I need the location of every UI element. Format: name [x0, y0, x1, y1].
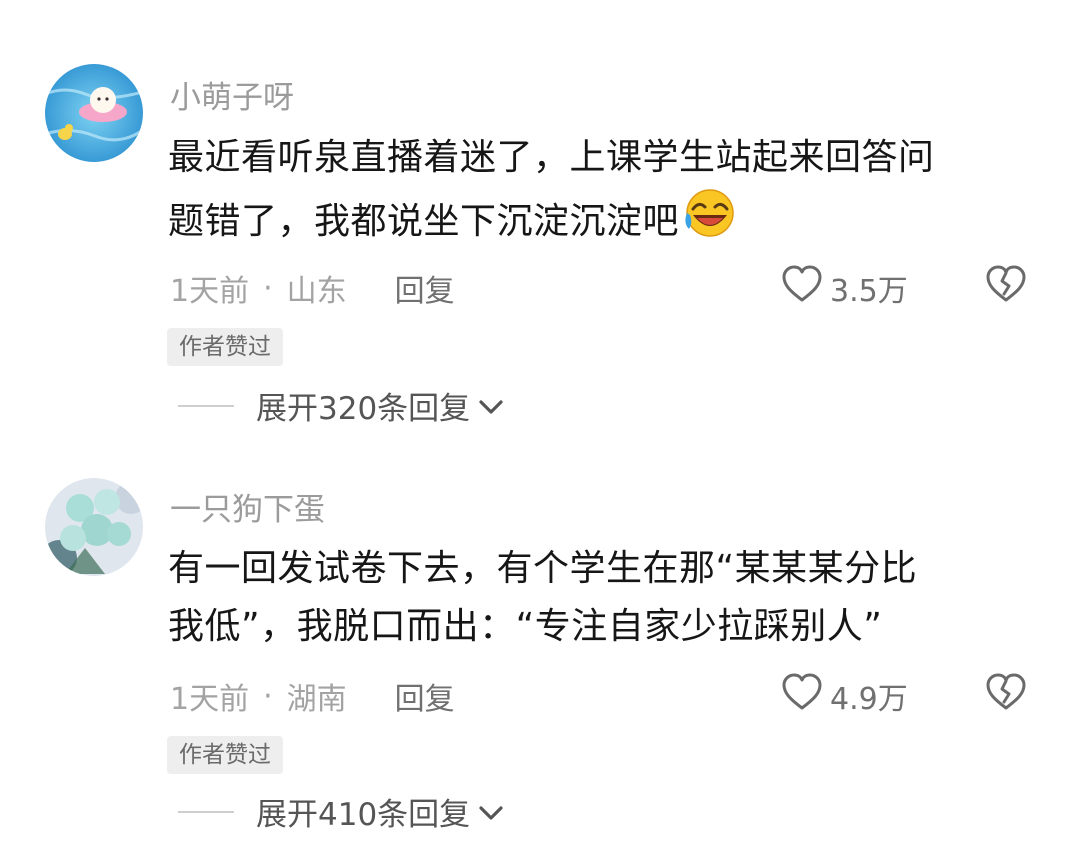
broken-heart-icon — [984, 265, 1028, 308]
like-count: 3.5万 — [830, 274, 908, 309]
separator-dot: · — [263, 678, 273, 714]
comment-text-line-content: 题错了，我都说坐下沉淀沉淀吧 — [168, 201, 680, 242]
heart-icon — [780, 264, 830, 312]
comment-meta: 1天前 · 山东 回复 — [170, 266, 455, 310]
separator-dot: · — [263, 270, 273, 306]
expand-replies-button[interactable]: 展开410条回复 — [178, 789, 504, 834]
heart-icon — [780, 672, 830, 720]
dislike-button[interactable] — [984, 672, 1028, 716]
comment-time: 1天前 — [170, 682, 250, 717]
expand-replies-label: 展开320条回复 — [256, 391, 471, 427]
divider-line — [178, 810, 234, 813]
chevron-down-icon — [478, 388, 504, 424]
comment-text: 最近看听泉直播着迷了，上课学生站起来回答问 题错了，我都说坐下沉淀沉淀吧 — [168, 129, 1038, 257]
comment-text: 有一回发试卷下去，有个学生在那“某某某分比 我低”，我脱口而出：“专注自家少拉踩… — [168, 540, 1038, 656]
expand-replies-button[interactable]: 展开320条回复 — [178, 383, 504, 428]
reply-button[interactable]: 回复 — [395, 674, 455, 718]
broken-heart-icon — [984, 673, 1028, 716]
like-button[interactable]: 4.9万 — [780, 672, 908, 720]
comment-time: 1天前 — [170, 274, 250, 309]
expand-replies-label: 展开410条回复 — [256, 797, 471, 833]
comment-location: 山东 — [286, 274, 347, 309]
like-button[interactable]: 3.5万 — [780, 264, 908, 312]
comment-text-line: 有一回发试卷下去，有个学生在那“某某某分比 — [168, 548, 918, 589]
comment-text-line: 题错了，我都说坐下沉淀沉淀吧 — [168, 187, 1038, 257]
username[interactable]: 一只狗下蛋 — [170, 484, 325, 529]
laughing-crying-emoji — [681, 187, 739, 257]
avatar[interactable] — [45, 64, 143, 162]
author-liked-badge: 作者赞过 — [167, 736, 283, 774]
chevron-down-icon — [478, 794, 504, 830]
author-liked-badge: 作者赞过 — [167, 328, 283, 366]
comment-text-line: 我低”，我脱口而出：“专注自家少拉踩别人” — [168, 606, 883, 647]
comment-text-line: 最近看听泉直播着迷了，上课学生站起来回答问 — [168, 137, 935, 178]
avatar[interactable] — [45, 478, 143, 576]
divider-line — [178, 404, 234, 407]
comment-meta: 1天前 · 湖南 回复 — [170, 674, 455, 718]
comment-location: 湖南 — [286, 682, 347, 717]
reply-button[interactable]: 回复 — [395, 266, 455, 310]
username[interactable]: 小萌子呀 — [170, 72, 294, 117]
like-count: 4.9万 — [830, 682, 908, 717]
dislike-button[interactable] — [984, 264, 1028, 308]
